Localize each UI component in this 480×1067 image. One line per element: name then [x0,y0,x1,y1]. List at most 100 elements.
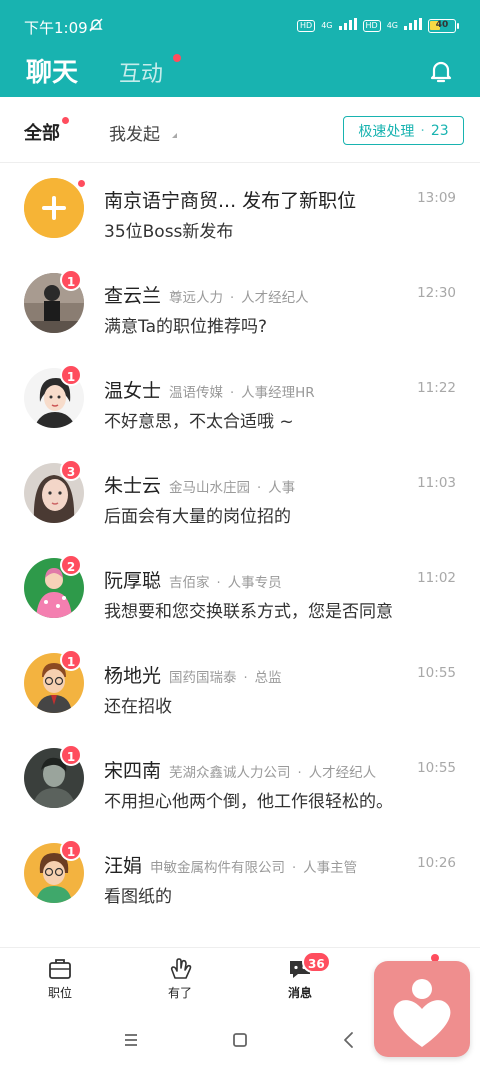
contact-name: 朱士云 [104,475,162,495]
unread-badge: 1 [60,269,82,291]
message-preview: 还在招收 [104,697,172,717]
dropdown-corner-icon [172,133,177,138]
status-time: 下午1:09 [24,19,88,37]
conversation-row[interactable]: 1 杨地光 国药国瑞泰 · 总监 10:55 还在招收 [0,639,480,734]
conversation-row[interactable]: 1 汪娟 申敏金属构件有限公司 · 人事主管 10:26 看图纸的 [0,829,480,924]
contact-name: 温女士 [104,380,162,400]
tab-chat[interactable]: 聊天 [26,52,78,89]
contact-role: 人事 [268,480,296,495]
mute-icon [88,17,104,37]
filter-mine[interactable]: 我发起 [109,120,160,145]
unread-badge: 1 [60,744,82,766]
message-preview: 我想要和您交换联系方式，您是否同意 [104,602,393,622]
contact-name: 汪娟 [104,855,143,875]
message-time: 10:26 [417,855,456,871]
contact-role: 人才经纪人 [308,765,377,780]
company-name: 尊远人力 [169,290,224,305]
contact-role: 人事专员 [227,575,282,590]
back-icon[interactable] [334,1025,364,1055]
contact-role: 总监 [254,670,282,685]
separator-dot: · [216,576,221,590]
status-bar: 下午1:09 HD 4G HD 4G 40 [0,0,480,40]
app-header: 下午1:09 HD 4G HD 4G 40 聊天 互动 [0,0,480,97]
message-preview: 满意Ta的职位推荐吗? [104,317,268,337]
battery-level: 40 [435,19,449,30]
new-job-plus-icon [24,178,84,238]
messages-badge: 36 [302,951,331,973]
separator-dot: · [297,766,302,780]
signal-icon-2 [404,18,422,33]
tab-interact[interactable]: 互动 [119,56,163,88]
message-time: 10:55 [417,760,456,776]
message-time: 10:55 [417,665,456,681]
conversation-row[interactable]: 1 温女士 温语传媒 · 人事经理HR 11:22 不好意思，不太合适哦 ~ [0,354,480,449]
unread-badge: 1 [60,649,82,671]
separator-dot: · [257,481,262,495]
message-preview: 看图纸的 [104,887,172,907]
contact-name: 查云兰 [104,285,162,305]
company-name: 金马山水庄园 [169,480,251,495]
hand-gesture-icon [167,956,193,982]
conversation-title: 宋四南 芜湖众鑫诚人力公司 · 人才经纪人 [104,756,456,780]
separator-dot: · [230,291,235,305]
conversation-row[interactable]: 2 阮厚聪 吉佰家 · 人事专员 11:02 我想要和您交换联系方式，您是否同意 [0,544,480,639]
network-label: 4G [321,21,333,30]
menu-icon[interactable] [116,1025,146,1055]
fast-process-separator: · [420,122,425,139]
bell-icon[interactable] [428,58,454,84]
hd-icon-2: HD [362,19,381,32]
contact-name: 阮厚聪 [104,570,162,590]
battery-icon: 40 [428,18,459,33]
conversation-title: 阮厚聪 吉佰家 · 人事专员 [104,566,456,590]
company-name: 国药国瑞泰 [169,670,237,685]
unread-badge: 2 [60,554,82,576]
nav-youle-label: 有了 [167,986,192,1000]
floating-heart-app[interactable] [374,961,470,1057]
contact-role: 人才经纪人 [241,290,309,305]
filter-all-unread-dot [62,117,69,124]
separator-dot: · [230,386,235,400]
signal-icon [338,18,357,33]
interact-unread-dot [173,54,181,62]
message-time: 12:30 [417,285,456,301]
contact-name: 杨地光 [104,665,162,685]
separator-dot: · [292,861,297,875]
conversation-row[interactable]: 南京语宁商贸... 发布了新职位 13:09 35位Boss新发布 [0,164,480,259]
hd-icon: HD [297,19,316,32]
unread-dot [77,179,86,188]
filter-all[interactable]: 全部 [24,119,60,145]
nav-jobs[interactable]: 职位 [30,956,90,1001]
conversation-row[interactable]: 1 宋四南 芜湖众鑫诚人力公司 · 人才经纪人 10:55 不用担心他两个倒，他… [0,734,480,829]
nav-youle[interactable]: 有了 [150,956,210,1001]
conversation-title: 朱士云 金马山水庄园 · 人事 [104,471,456,495]
heart-icon [393,979,451,1047]
conversation-title: 查云兰 尊远人力 · 人才经纪人 [104,281,456,305]
company-name: 温语传媒 [169,385,224,400]
briefcase-icon [47,956,73,982]
unread-badge: 1 [60,839,82,861]
conversation-row[interactable]: 1 查云兰 尊远人力 · 人才经纪人 12:30 满意Ta的职位推荐吗? [0,259,480,354]
conversation-row[interactable]: 3 朱士云 金马山水庄园 · 人事 11:03 后面会有大量的岗位招的 [0,449,480,544]
company-name: 吉佰家 [169,575,210,590]
contact-role: 人事经理HR [241,385,315,400]
separator-dot: · [243,671,248,685]
conversation-title: 南京语宁商贸... 发布了新职位 [104,186,456,210]
message-time: 11:22 [417,380,456,396]
conversation-title: 杨地光 国药国瑞泰 · 总监 [104,661,456,685]
nav-messages-label: 消息 [287,986,312,1000]
message-preview: 35位Boss新发布 [104,222,234,242]
message-preview: 不好意思，不太合适哦 ~ [104,412,294,432]
message-time: 13:09 [417,190,456,206]
fast-process-button[interactable]: 极速处理 · 23 [343,116,464,145]
home-icon[interactable] [225,1025,255,1055]
message-preview: 不用担心他两个倒，他工作很轻松的。 [104,792,393,812]
conversation-title: 汪娟 申敏金属构件有限公司 · 人事主管 [104,851,456,875]
message-preview: 后面会有大量的岗位招的 [104,507,291,527]
message-time: 11:02 [417,570,456,586]
contact-name: 宋四南 [104,760,162,780]
company-name: 芜湖众鑫诚人力公司 [169,765,291,780]
network-label-2: 4G [386,21,398,30]
fast-process-count: 23 [430,122,449,139]
contact-role: 人事主管 [303,860,358,875]
status-icons: HD 4G HD 4G 40 [297,18,459,33]
